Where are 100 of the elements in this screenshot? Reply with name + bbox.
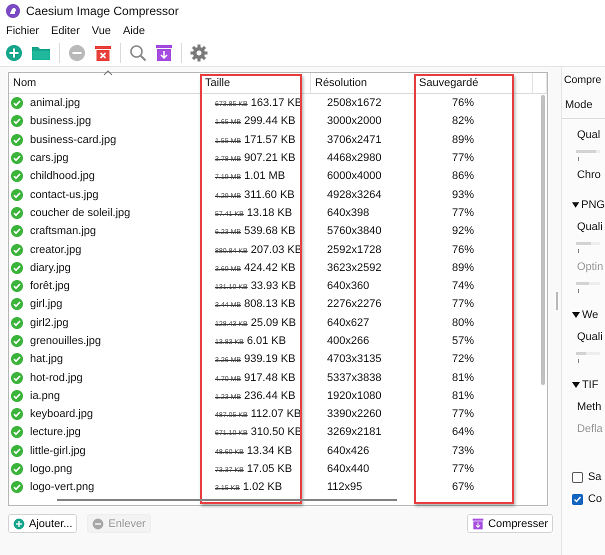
- table-cell-text: 3269x2181: [326, 426, 382, 438]
- table-cell-text: 82%: [451, 115, 476, 128]
- field-label: Chro: [576, 169, 601, 181]
- column-header[interactable]: Sauvegardé: [415, 73, 533, 93]
- menu-item[interactable]: Aide: [122, 25, 151, 37]
- file-name: keyboard.jpg: [30, 408, 93, 420]
- check-circle-icon: [11, 188, 23, 201]
- slider-fill[interactable]: [576, 150, 596, 153]
- table-cell-text: 3000x2000: [326, 115, 382, 128]
- file-name: coucher de soleil.jpg: [30, 206, 130, 219]
- file-name: girl2.jpg: [30, 316, 69, 329]
- splitter-handle[interactable]: [556, 292, 558, 310]
- compressed-size: 25.09 KB: [250, 316, 296, 329]
- menu-item[interactable]: Vue: [92, 25, 117, 37]
- table-cell-text: 64%: [451, 426, 476, 438]
- expand-arrow-icon[interactable]: [572, 202, 580, 208]
- compressed-size: 424.42 KB: [244, 262, 296, 274]
- scrollbar[interactable]: [57, 499, 397, 501]
- expand-arrow-icon[interactable]: [572, 382, 580, 388]
- table-cell-text: 81%: [451, 390, 476, 402]
- trash-icon[interactable]: [94, 44, 112, 62]
- plus-icon[interactable]: [5, 44, 23, 62]
- checkbox-label: Co: [588, 493, 602, 505]
- table-cell-text: 67%: [451, 481, 476, 494]
- table-cell-text: 640x360: [326, 280, 370, 292]
- table-cell-text: 77%: [451, 463, 476, 476]
- slider-fill[interactable]: [576, 352, 586, 355]
- panel-tab[interactable]: Compre: [562, 74, 605, 92]
- field-label: Optin: [576, 261, 604, 273]
- menu-item[interactable]: Fichier: [6, 25, 46, 37]
- archive-icon[interactable]: [155, 44, 173, 62]
- file-name: grenouilles.jpg: [30, 335, 101, 347]
- table-cell-text: 2592x1728: [326, 244, 382, 256]
- table-cell-text: 57%: [451, 335, 476, 347]
- column-header[interactable]: Taille: [201, 73, 311, 93]
- search-icon[interactable]: [129, 44, 147, 62]
- table-cell-text: 3623x2592: [326, 262, 382, 274]
- check-circle-icon: [11, 335, 23, 347]
- checkmark-icon: [572, 494, 582, 504]
- table-cell-text: 77%: [451, 298, 476, 310]
- slider-fill[interactable]: [576, 242, 592, 245]
- check-circle-icon: [11, 390, 23, 402]
- file-name: forêt.jpg: [30, 280, 70, 292]
- file-name: logo.png: [30, 463, 72, 476]
- check-circle-icon: [11, 134, 23, 146]
- table-cell-text: 89%: [451, 262, 476, 274]
- table-cell-text: 640x627: [326, 316, 370, 329]
- folder-icon[interactable]: [31, 44, 51, 62]
- compress-button[interactable]: Compresser: [467, 514, 553, 533]
- table-cell-text: 5337x3838: [326, 372, 382, 384]
- file-name: creator.jpg: [30, 244, 82, 256]
- compressed-size: 13.18 KB: [246, 206, 292, 219]
- check-circle-icon: [11, 481, 23, 494]
- check-circle-icon: [11, 225, 23, 238]
- archive-icon: [472, 518, 484, 530]
- compressed-size: 539.68 KB: [244, 225, 296, 238]
- table-cell-text: 3706x2471: [326, 134, 382, 146]
- checkbox[interactable]: [572, 472, 583, 482]
- check-circle-icon: [11, 280, 23, 292]
- scrollbar[interactable]: [541, 95, 545, 385]
- slider-fill[interactable]: [576, 282, 590, 285]
- table-cell-text: 400x266: [326, 335, 370, 347]
- table-cell-text: 640x426: [326, 444, 370, 457]
- table-cell-text: 76%: [451, 244, 476, 256]
- table-cell-text: 1920x1080: [326, 390, 382, 402]
- column-header[interactable]: Résolution: [311, 73, 415, 93]
- file-name: cars.jpg: [30, 152, 69, 164]
- check-circle-icon: [11, 262, 23, 274]
- section-title: We: [582, 309, 598, 321]
- section-title: TIF: [582, 379, 598, 391]
- menu-item[interactable]: Editer: [51, 25, 86, 37]
- check-circle-icon: [11, 444, 23, 457]
- checkbox[interactable]: [572, 494, 583, 504]
- column-header[interactable]: Nom: [9, 73, 201, 93]
- compressed-size: 299.44 KB: [244, 115, 296, 128]
- file-name: girl.jpg: [30, 298, 62, 310]
- field-label: Mode: [564, 99, 592, 111]
- table-cell-text: 6000x4000: [326, 170, 382, 182]
- check-circle-icon: [11, 463, 23, 476]
- table-cell-text: 92%: [451, 225, 476, 238]
- expand-arrow-icon[interactable]: [572, 312, 580, 318]
- table-cell-text: 74%: [451, 280, 476, 292]
- table-cell-text: 640x398: [326, 206, 370, 219]
- file-name: hat.jpg: [30, 353, 64, 366]
- check-circle-icon: [11, 372, 23, 384]
- table-cell-text: 93%: [451, 188, 476, 201]
- file-name: business-card.jpg: [30, 134, 116, 146]
- check-circle-icon: [11, 170, 23, 182]
- file-name: business.jpg: [30, 115, 92, 128]
- settings-icon[interactable]: [190, 44, 208, 62]
- file-name: logo-vert.png: [30, 481, 94, 494]
- field-label: Qual: [576, 129, 600, 141]
- check-circle-icon: [11, 298, 23, 310]
- add-button[interactable]: Ajouter...: [8, 514, 78, 533]
- table-cell-text: 73%: [451, 444, 476, 457]
- file-name: little-girl.jpg: [30, 444, 86, 457]
- table-cell-text: 86%: [451, 170, 476, 182]
- table-cell-text: 77%: [451, 152, 476, 164]
- compressed-size: 236.44 KB: [244, 390, 296, 402]
- check-circle-icon: [11, 316, 23, 329]
